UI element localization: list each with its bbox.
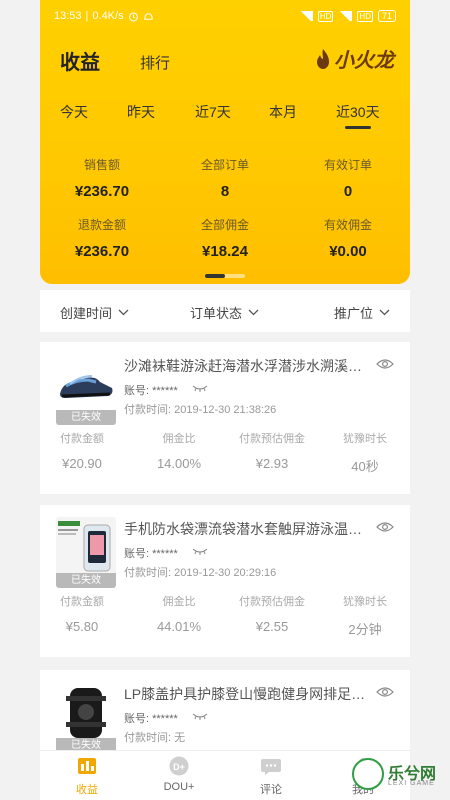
metric-pay-amount: ¥20.90 — [62, 456, 102, 471]
eye-icon[interactable] — [376, 358, 394, 370]
nav-dou-plus[interactable]: D+ DOU+ — [144, 755, 214, 793]
chevron-down-icon — [248, 309, 259, 316]
product-thumbnail — [56, 517, 116, 575]
stat-all-commission: 全部佣金 ¥18.24 — [200, 218, 249, 260]
hd-badge: HD — [317, 10, 334, 22]
shoe-image — [60, 375, 113, 398]
stat-all-orders: 全部订单 8 — [200, 158, 249, 200]
flame-icon — [317, 48, 329, 69]
product-title[interactable]: 手机防水袋漂流袋潜水套触屏游泳温泉... — [124, 519, 366, 539]
tab-month[interactable]: 本月 — [269, 102, 297, 122]
battery-icon: 71 — [377, 10, 396, 22]
eye-icon[interactable] — [376, 521, 394, 533]
chevron-down-icon — [118, 309, 129, 316]
page-indicator — [205, 274, 245, 278]
eye-icon[interactable] — [376, 686, 394, 698]
chevron-down-icon — [379, 309, 390, 316]
status-badge: 已失效 — [56, 738, 116, 750]
filter-bar: 创建时间 订单状态 推广位 — [40, 290, 410, 332]
nav-earnings[interactable]: 收益 — [52, 755, 122, 797]
brand-logo: 小火龙 — [315, 44, 394, 73]
metric-estimated-commission: ¥2.55 — [255, 619, 289, 634]
metric-label: 付款预估佣金 — [239, 596, 305, 608]
pay-time: 付款时间: 2019-12-30 21:38:26 — [124, 404, 277, 416]
account-label: 账号: ****** — [124, 385, 178, 397]
header: 收益 排行 小火龙 — [40, 40, 410, 80]
tab-today[interactable]: 今天 — [60, 102, 88, 122]
signal-icon — [338, 11, 353, 21]
notification-icon — [143, 12, 153, 20]
stat-valid-commission: 有效佣金 ¥0.00 — [323, 218, 372, 260]
filter-order-status[interactable]: 订单状态 — [190, 303, 259, 322]
product-thumbnail — [56, 682, 116, 740]
metric-label: 犹豫时长 — [343, 596, 387, 608]
order-card[interactable]: 已失效 LP膝盖护具护膝登山慢跑健身网排足篮... 账号: ****** 付款时… — [40, 670, 410, 750]
watermark-subtext: LEXI GAME — [388, 780, 435, 787]
page-indicator-active — [205, 274, 225, 278]
filter-promotion[interactable]: 推广位 — [334, 303, 390, 322]
account-label: 账号: ****** — [124, 713, 178, 725]
watermark: 乐兮网 LEXI GAME — [350, 752, 450, 796]
tab-yesterday[interactable]: 昨天 — [127, 102, 155, 122]
account-label: 账号: ****** — [124, 548, 178, 560]
closed-eye-icon[interactable] — [192, 547, 208, 555]
comment-icon — [261, 759, 281, 775]
hd-badge: HD — [357, 10, 373, 22]
signal-icon — [298, 11, 313, 21]
product-title[interactable]: 沙滩袜鞋游泳赶海潜水浮潜涉水溯溪鞋... — [124, 356, 366, 376]
status-bar: 13:53 | 0.4K/s HD HD 71 — [40, 0, 410, 32]
metric-label: 佣金比 — [162, 596, 196, 608]
wallet-icon — [78, 758, 96, 774]
period-tabs: 今天 昨天 近7天 本月 近30天 — [40, 102, 410, 132]
metric-hesitation-time: 40秒 — [351, 459, 379, 474]
metric-commission-rate: 44.01% — [156, 619, 202, 634]
metric-estimated-commission: ¥2.93 — [255, 456, 289, 471]
filter-create-time[interactable]: 创建时间 — [60, 303, 129, 322]
active-tab-indicator — [345, 126, 371, 129]
closed-eye-icon[interactable] — [192, 384, 208, 392]
metric-pay-amount: ¥5.80 — [65, 619, 99, 634]
product-thumbnail — [56, 354, 116, 412]
product-title[interactable]: LP膝盖护具护膝登山慢跑健身网排足篮... — [124, 684, 366, 704]
status-badge: 已失效 — [56, 410, 116, 425]
metric-label: 付款金额 — [60, 433, 104, 445]
status-speed: 0.4K/s — [92, 10, 124, 22]
stat-valid-orders: 有效订单 0 — [323, 158, 372, 200]
stat-sales: 销售额 ¥236.70 — [74, 158, 130, 200]
nav-comments[interactable]: 评论 — [236, 755, 306, 797]
status-badge: 已失效 — [56, 573, 116, 588]
metric-label: 付款预估佣金 — [239, 433, 305, 445]
tab-7days[interactable]: 近7天 — [195, 102, 231, 122]
status-time: 13:53 — [54, 10, 82, 22]
pay-time: 付款时间: 2019-12-30 20:29:16 — [124, 567, 277, 579]
svg-text:D+: D+ — [173, 762, 185, 772]
metric-commission-rate: 14.00% — [156, 456, 202, 471]
metric-label: 佣金比 — [162, 433, 196, 445]
pay-time: 付款时间: 无 — [124, 732, 186, 744]
metric-label: 付款金额 — [60, 596, 104, 608]
metric-hesitation-time: 2分钟 — [348, 622, 382, 637]
waterproof-bag-image — [58, 521, 111, 572]
metric-label: 犹豫时长 — [343, 433, 387, 445]
page-title[interactable]: 收益 — [60, 46, 100, 75]
tab-30days[interactable]: 近30天 — [336, 102, 380, 122]
dou-plus-icon: D+ — [169, 756, 189, 776]
knee-brace-image — [66, 688, 106, 738]
brand-name: 小火龙 — [334, 50, 394, 72]
order-card[interactable]: 已失效 手机防水袋漂流袋潜水套触屏游泳温泉... 账号: ****** 付款时间… — [40, 505, 410, 657]
closed-eye-icon[interactable] — [192, 712, 208, 720]
order-card[interactable]: 已失效 沙滩袜鞋游泳赶海潜水浮潜涉水溯溪鞋... 账号: ****** 付款时间… — [40, 342, 410, 494]
tab-rank[interactable]: 排行 — [140, 52, 170, 73]
stat-refund: 退款金额 ¥236.70 — [74, 218, 130, 260]
watermark-logo-icon — [352, 758, 384, 790]
summary-card: 13:53 | 0.4K/s HD HD 71 收益 排行 小火龙 今天 昨天 … — [40, 0, 410, 284]
alarm-icon — [128, 11, 138, 21]
